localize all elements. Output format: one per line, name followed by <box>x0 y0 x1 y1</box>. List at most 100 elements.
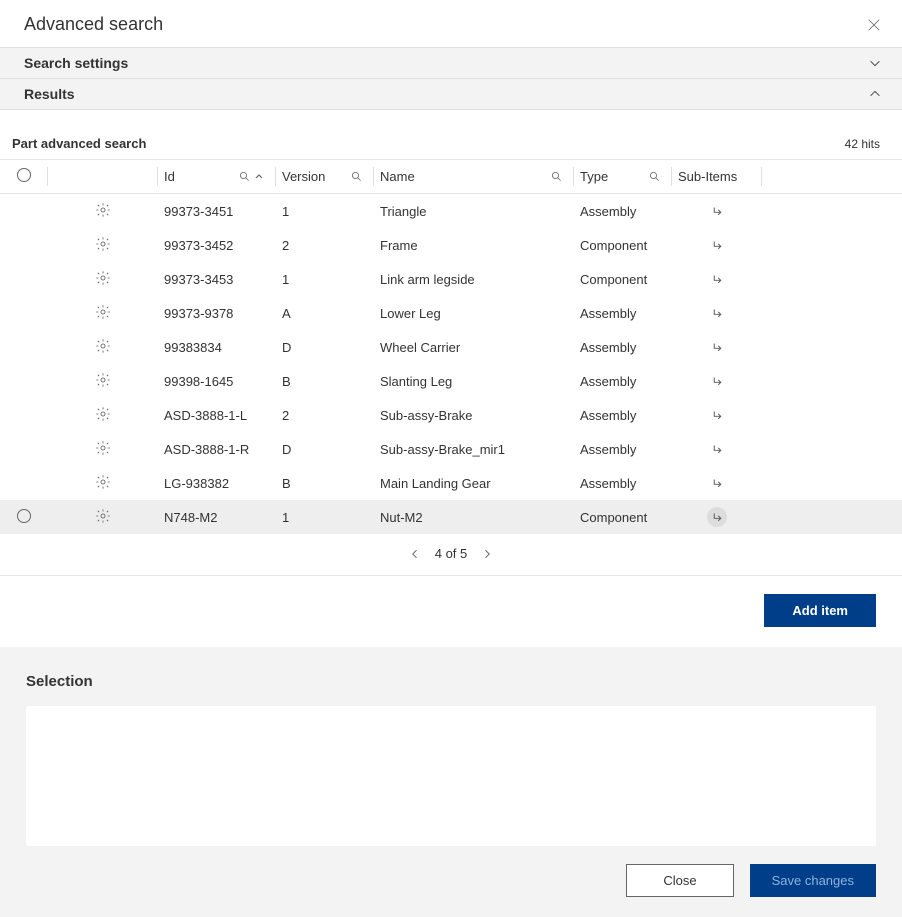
selection-panel: Selection <box>0 647 902 846</box>
table-row[interactable]: 99373-9378ALower LegAssembly <box>0 296 902 330</box>
cell-version: B <box>276 466 374 500</box>
selection-box <box>26 706 876 846</box>
save-changes-button[interactable]: Save changes <box>750 864 876 897</box>
accordion-results[interactable]: Results <box>0 79 902 110</box>
chevron-down-icon <box>868 56 882 70</box>
gear-icon[interactable] <box>95 372 111 388</box>
col-actions <box>48 160 158 194</box>
cell-version: A <box>276 296 374 330</box>
subitem-open-icon[interactable] <box>707 371 727 391</box>
subitem-open-icon[interactable] <box>707 269 727 289</box>
search-icon[interactable] <box>350 171 362 183</box>
cell-name: Wheel Carrier <box>374 330 574 364</box>
subitem-open-icon[interactable] <box>707 303 727 323</box>
cell-version: 1 <box>276 262 374 296</box>
col-version-label: Version <box>282 169 325 184</box>
cell-version: 2 <box>276 228 374 262</box>
dialog-title-bar: Advanced search <box>0 0 902 47</box>
search-icon[interactable] <box>238 171 250 183</box>
search-icon[interactable] <box>648 171 660 183</box>
accordion-label: Search settings <box>24 55 128 71</box>
table-row[interactable]: 99373-34511TriangleAssembly <box>0 194 902 229</box>
cell-name: Slanting Leg <box>374 364 574 398</box>
cell-type: Assembly <box>574 466 672 500</box>
col-type-label: Type <box>580 169 608 184</box>
cell-id: 99373-3452 <box>158 228 276 262</box>
cell-name: Main Landing Gear <box>374 466 574 500</box>
cell-id: 99373-3451 <box>158 194 276 229</box>
cell-name: Sub-assy-Brake <box>374 398 574 432</box>
sort-asc-icon[interactable] <box>254 172 264 182</box>
search-icon[interactable] <box>550 171 562 183</box>
cell-version: D <box>276 330 374 364</box>
table-row[interactable]: ASD-3888-1-RDSub-assy-Brake_mir1Assembly <box>0 432 902 466</box>
add-item-button[interactable]: Add item <box>764 594 876 627</box>
cell-id: 99373-3453 <box>158 262 276 296</box>
subitem-open-icon[interactable] <box>707 473 727 493</box>
table-row[interactable]: ASD-3888-1-L2Sub-assy-BrakeAssembly <box>0 398 902 432</box>
cell-type: Assembly <box>574 432 672 466</box>
subitem-open-icon[interactable] <box>707 201 727 221</box>
cell-version: 2 <box>276 398 374 432</box>
gear-icon[interactable] <box>95 338 111 354</box>
cell-version: 1 <box>276 194 374 229</box>
results-hits: 42 hits <box>845 137 880 151</box>
row-select-radio[interactable] <box>17 509 31 523</box>
col-version[interactable]: Version <box>276 160 374 194</box>
cell-id: N748-M2 <box>158 500 276 534</box>
table-row[interactable]: LG-938382BMain Landing GearAssembly <box>0 466 902 500</box>
cell-version: B <box>276 364 374 398</box>
results-table: Id Version Name <box>0 159 902 534</box>
cell-type: Component <box>574 500 672 534</box>
pager-prev[interactable] <box>409 548 421 560</box>
col-name[interactable]: Name <box>374 160 574 194</box>
table-row[interactable]: 99383834DWheel CarrierAssembly <box>0 330 902 364</box>
pager-next[interactable] <box>481 548 493 560</box>
col-id[interactable]: Id <box>158 160 276 194</box>
col-type[interactable]: Type <box>574 160 672 194</box>
cell-id: 99383834 <box>158 330 276 364</box>
table-row[interactable]: 99373-34531Link arm legsideComponent <box>0 262 902 296</box>
subitem-open-icon[interactable] <box>707 235 727 255</box>
cell-type: Component <box>574 228 672 262</box>
subitem-open-icon[interactable] <box>707 337 727 357</box>
gear-icon[interactable] <box>95 270 111 286</box>
gear-icon[interactable] <box>95 304 111 320</box>
gear-icon[interactable] <box>95 236 111 252</box>
close-button[interactable]: Close <box>626 864 733 897</box>
table-row[interactable]: 99398-1645BSlanting LegAssembly <box>0 364 902 398</box>
gear-icon[interactable] <box>95 474 111 490</box>
col-subitems-label: Sub-Items <box>678 169 737 184</box>
cell-version: 1 <box>276 500 374 534</box>
cell-name: Frame <box>374 228 574 262</box>
cell-type: Component <box>574 262 672 296</box>
cell-name: Triangle <box>374 194 574 229</box>
subitem-open-icon[interactable] <box>707 507 727 527</box>
table-header-row: Id Version Name <box>0 160 902 194</box>
subitem-open-icon[interactable] <box>707 439 727 459</box>
gear-icon[interactable] <box>95 406 111 422</box>
gear-icon[interactable] <box>95 440 111 456</box>
col-name-label: Name <box>380 169 415 184</box>
cell-id: ASD-3888-1-L <box>158 398 276 432</box>
cell-id: ASD-3888-1-R <box>158 432 276 466</box>
col-select[interactable] <box>0 160 48 194</box>
cell-version: D <box>276 432 374 466</box>
close-icon[interactable] <box>866 17 882 33</box>
gear-icon[interactable] <box>95 202 111 218</box>
col-spacer <box>762 160 902 194</box>
cell-name: Nut-M2 <box>374 500 574 534</box>
pager-text: 4 of 5 <box>435 546 468 561</box>
subitem-open-icon[interactable] <box>707 405 727 425</box>
table-row[interactable]: 99373-34522FrameComponent <box>0 228 902 262</box>
table-row[interactable]: N748-M21Nut-M2Component <box>0 500 902 534</box>
select-all-radio[interactable] <box>17 168 31 182</box>
col-id-label: Id <box>164 169 175 184</box>
cell-id: 99398-1645 <box>158 364 276 398</box>
gear-icon[interactable] <box>95 508 111 524</box>
col-subitems[interactable]: Sub-Items <box>672 160 762 194</box>
results-meta: Part advanced search 42 hits <box>0 110 902 159</box>
accordion-search-settings[interactable]: Search settings <box>0 47 902 79</box>
dialog-title: Advanced search <box>24 14 163 35</box>
pager: 4 of 5 <box>0 534 902 576</box>
